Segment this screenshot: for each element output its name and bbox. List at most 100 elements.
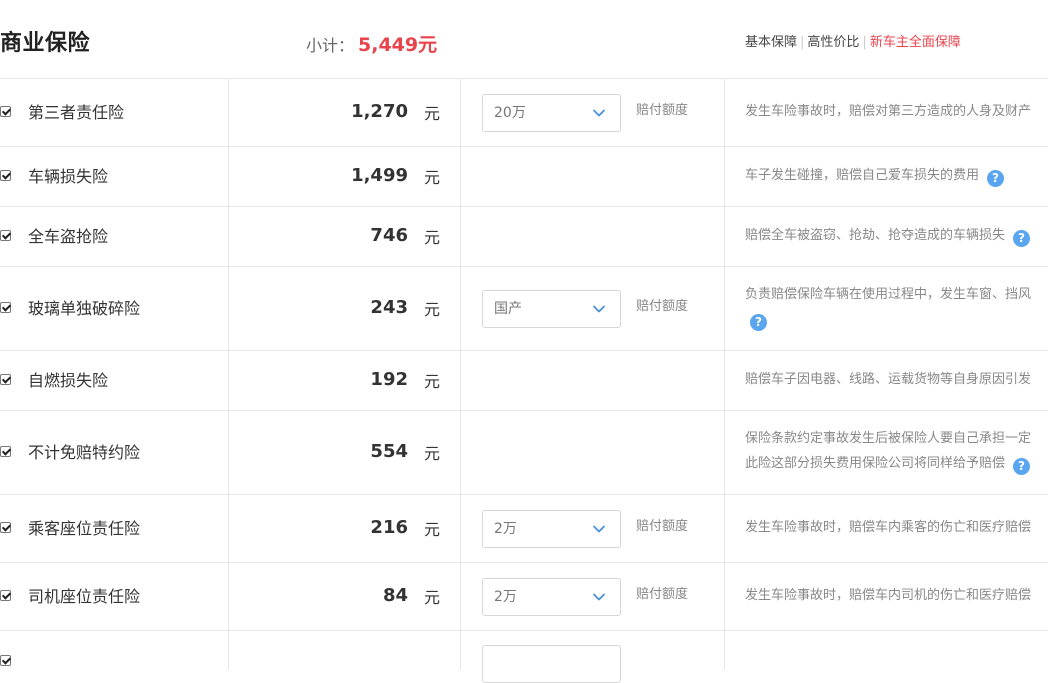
table-row: 玻璃单独破碎险 243 元 国产 赔付额度 负责赔偿保险车辆在使用过程中，发生车窗、挡风? bbox=[0, 266, 1048, 350]
description-line: 赔偿全车被盗窃、抢劫、抢夺造成的车辆损失? bbox=[745, 223, 1031, 248]
table-row bbox=[0, 630, 1048, 683]
section-title: 商业保险 bbox=[0, 31, 91, 56]
coverage-name-cell: 车辆损失险 bbox=[0, 147, 229, 206]
table-row: 第三者责任险 1,270 元 20万 赔付额度 发生车险事故时，赔偿对第三方造成的人身及财… bbox=[0, 78, 1048, 146]
premium-cell: 84 元 bbox=[229, 563, 461, 630]
plan-basic[interactable]: 基本保障 bbox=[745, 35, 797, 50]
plan-separator: | bbox=[800, 35, 805, 50]
description-cell: 赔偿全车被盗窃、抢劫、抢夺造成的车辆损失? bbox=[725, 207, 1048, 266]
coverage-amount-cell: 20万 赔付额度 bbox=[461, 79, 725, 146]
help-icon[interactable]: ? bbox=[1013, 229, 1031, 247]
plan-new-owner[interactable]: 新车主全面保障 bbox=[870, 35, 961, 50]
description-line: 车子发生碰撞，赔偿自己爱车损失的费用? bbox=[745, 163, 1005, 188]
description-text: 此险这部分损失费用保险公司将同样给予赔偿 bbox=[745, 456, 1006, 471]
coverage-name: 车辆损失险 bbox=[28, 167, 109, 186]
premium-cell: 243 元 bbox=[229, 267, 461, 350]
coverage-amount-cell bbox=[461, 207, 725, 266]
coverage-amount-cell: 2万 赔付额度 bbox=[461, 495, 725, 562]
help-icon[interactable]: ? bbox=[1013, 458, 1031, 475]
plan-separator: | bbox=[862, 35, 867, 50]
coverage-name: 自燃损失险 bbox=[28, 371, 109, 390]
table-row: 乘客座位责任险 216 元 2万 赔付额度 发生车险事故时，赔偿车内乘客的伤亡和医疗赔偿 bbox=[0, 494, 1048, 562]
coverage-name-cell: 自燃损失险 bbox=[0, 351, 229, 410]
coverage-amount-select[interactable] bbox=[482, 645, 621, 683]
coverage-description: 赔偿车子因电器、线路、运载货物等自身原因引发 bbox=[745, 367, 1031, 392]
premium-unit: 元 bbox=[424, 228, 441, 247]
coverage-name: 全车盗抢险 bbox=[28, 227, 109, 246]
premium-value: 1,499 bbox=[351, 165, 408, 186]
description-text: 赔偿全车被盗窃、抢劫、抢夺造成的车辆损失 bbox=[745, 227, 1006, 243]
premium-cell: 746 元 bbox=[229, 207, 461, 266]
coverage-amount-select[interactable]: 国产 bbox=[482, 290, 621, 328]
coverage-description: 发生车险事故时，赔偿对第三方造成的人身及财产 bbox=[745, 99, 1031, 124]
description-cell: 发生车险事故时，赔偿对第三方造成的人身及财产 bbox=[725, 79, 1048, 146]
help-icon[interactable]: ? bbox=[750, 314, 767, 331]
premium-value: 554 bbox=[370, 441, 408, 462]
description-text: 车子发生碰撞，赔偿自己爱车损失的费用 bbox=[745, 167, 980, 183]
coverage-amount-cell: 国产 赔付额度 bbox=[461, 267, 725, 350]
chevron-down-icon bbox=[592, 589, 606, 603]
table-cell bbox=[0, 631, 229, 670]
coverage-name-cell: 司机座位责任险 bbox=[0, 563, 229, 630]
select-value: 2万 bbox=[494, 589, 517, 605]
coverage-description: 负责赔偿保险车辆在使用过程中，发生车窗、挡风? bbox=[745, 282, 1031, 332]
coverage-checkbox[interactable] bbox=[0, 590, 11, 601]
description-text: 保险条款约定事故发生后被保险人要自己承担一定 bbox=[745, 431, 1032, 446]
description-text: 负责赔偿保险车辆在使用过程中，发生车窗、挡风 bbox=[745, 287, 1032, 302]
description-cell: 赔偿车子因电器、线路、运载货物等自身原因引发 bbox=[725, 351, 1048, 410]
premium-unit: 元 bbox=[424, 104, 441, 123]
coverage-checkbox[interactable] bbox=[0, 655, 11, 666]
table-cell bbox=[229, 631, 461, 670]
help-icon[interactable]: ? bbox=[987, 169, 1005, 187]
chevron-down-icon bbox=[592, 301, 606, 315]
premium-value: 746 bbox=[370, 225, 408, 246]
coverage-amount-select[interactable]: 2万 bbox=[482, 510, 621, 548]
coverage-checkbox[interactable] bbox=[0, 446, 11, 457]
coverage-checkbox[interactable] bbox=[0, 302, 11, 313]
coverage-name: 玻璃单独破碎险 bbox=[28, 299, 141, 318]
coverage-amount-select[interactable]: 2万 bbox=[482, 578, 621, 616]
coverage-amount-label: 赔付额度 bbox=[636, 519, 689, 534]
premium-unit: 元 bbox=[424, 520, 441, 539]
coverage-amount-cell bbox=[461, 411, 725, 494]
premium-value: 216 bbox=[370, 517, 408, 538]
plan-value[interactable]: 高性价比 bbox=[807, 35, 859, 50]
table-cell bbox=[725, 631, 1048, 670]
coverage-checkbox[interactable] bbox=[0, 374, 11, 385]
coverage-amount-label: 赔付额度 bbox=[636, 299, 689, 314]
table-row: 车辆损失险 1,499 元 车子发生碰撞，赔偿自己爱车损失的费用? bbox=[0, 146, 1048, 206]
description-cell: 负责赔偿保险车辆在使用过程中，发生车窗、挡风? bbox=[725, 267, 1048, 350]
coverage-amount-label: 赔付额度 bbox=[636, 587, 689, 602]
coverage-amount-cell bbox=[461, 351, 725, 410]
coverage-name-cell: 玻璃单独破碎险 bbox=[0, 267, 229, 350]
premium-cell: 1,270 元 bbox=[229, 79, 461, 146]
description-cell: 保险条款约定事故发生后被保险人要自己承担一定 此险这部分损失费用保险公司将同样给予… bbox=[725, 411, 1048, 494]
subtotal: 小计： 5,449元 bbox=[306, 33, 437, 58]
description-line: 发生车险事故时，赔偿对第三方造成的人身及财产 bbox=[745, 99, 1031, 124]
premium-value: 84 bbox=[382, 585, 408, 606]
coverage-checkbox[interactable] bbox=[0, 230, 11, 241]
coverage-checkbox[interactable] bbox=[0, 170, 11, 181]
coverage-description: 发生车险事故时，赔偿车内司机的伤亡和医疗赔偿 bbox=[745, 583, 1031, 608]
premium-cell: 1,499 元 bbox=[229, 147, 461, 206]
description-line: 保险条款约定事故发生后被保险人要自己承担一定 bbox=[745, 426, 1031, 451]
coverage-checkbox[interactable] bbox=[0, 522, 11, 533]
coverage-name: 司机座位责任险 bbox=[28, 587, 141, 606]
coverage-amount-select[interactable]: 20万 bbox=[482, 94, 621, 132]
chevron-down-icon bbox=[592, 521, 606, 535]
premium-value: 243 bbox=[370, 297, 408, 318]
premium-cell: 216 元 bbox=[229, 495, 461, 562]
coverage-name-cell: 乘客座位责任险 bbox=[0, 495, 229, 562]
coverage-description: 赔偿全车被盗窃、抢劫、抢夺造成的车辆损失? bbox=[745, 223, 1031, 248]
select-value: 20万 bbox=[494, 105, 526, 121]
coverage-checkbox[interactable] bbox=[0, 106, 11, 117]
coverage-amount-label: 赔付额度 bbox=[636, 103, 689, 118]
premium-unit: 元 bbox=[424, 300, 441, 319]
description-text: 发生车险事故时，赔偿对第三方造成的人身及财产 bbox=[745, 103, 1032, 119]
table-row: 不计免赔特约险 554 元 保险条款约定事故发生后被保险人要自己承担一定 此险这部分损失… bbox=[0, 410, 1048, 494]
coverage-amount-cell: 2万 赔付额度 bbox=[461, 563, 725, 630]
premium-unit: 元 bbox=[424, 168, 441, 187]
premium-unit: 元 bbox=[424, 444, 441, 463]
subtotal-value: 5,449元 bbox=[358, 34, 438, 56]
select-value: 国产 bbox=[494, 301, 522, 317]
